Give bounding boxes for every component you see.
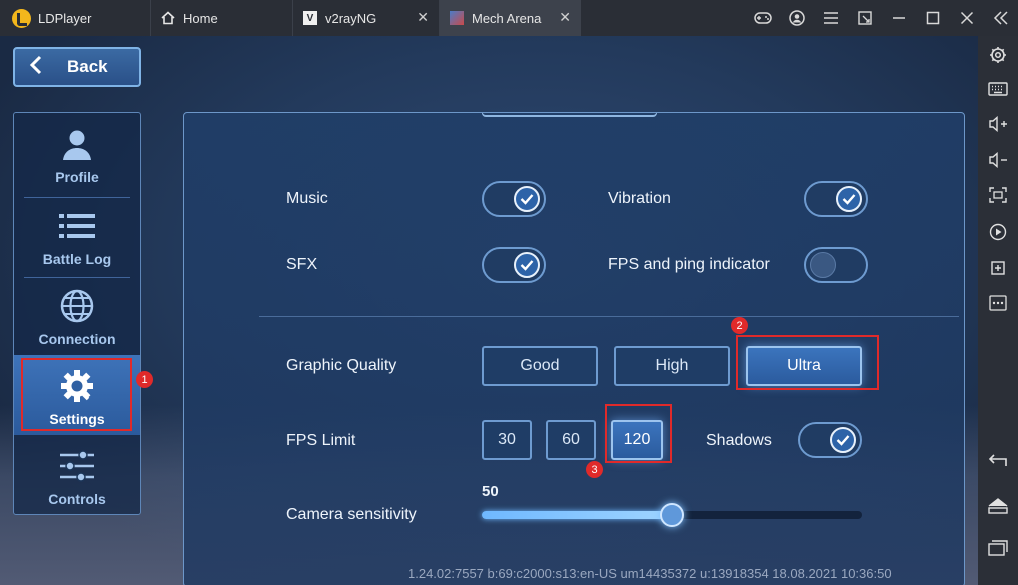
shadows-label: Shadows (706, 432, 772, 449)
minimize-icon[interactable] (882, 0, 916, 36)
nav-controls[interactable]: Controls (14, 435, 140, 515)
home-icon (161, 11, 175, 25)
shadows-toggle[interactable] (798, 422, 862, 458)
fps-ping-label: FPS and ping indicator (608, 256, 770, 273)
screenshot-icon[interactable] (978, 180, 1018, 210)
check-icon (514, 252, 540, 278)
emulator-toolbar (978, 36, 1018, 585)
tab-mech-arena[interactable]: Mech Arena ✕ (439, 0, 581, 36)
check-icon (830, 427, 856, 453)
mech-arena-icon (450, 11, 464, 25)
volume-up-icon[interactable] (978, 109, 1018, 139)
android-home-icon[interactable] (978, 491, 1018, 521)
vibration-toggle[interactable] (804, 181, 868, 217)
fps-limit-label: FPS Limit (286, 432, 356, 449)
tab-home[interactable]: Home (150, 0, 292, 36)
maximize-icon[interactable] (916, 0, 950, 36)
check-icon (514, 186, 540, 212)
globe-icon (57, 289, 97, 323)
camera-sensitivity-value: 50 (482, 483, 499, 500)
back-arrow-icon (29, 55, 43, 80)
tab-v2rayng[interactable]: V v2rayNG ✕ (292, 0, 439, 36)
v2rayng-icon: V (303, 11, 317, 25)
nav-battle-log[interactable]: Battle Log (14, 195, 140, 275)
sfx-label: SFX (286, 256, 318, 273)
nav-profile-label: Profile (55, 169, 99, 185)
title-bar: LDPlayer Home V v2rayNG ✕ Mech Arena ✕ (0, 0, 1018, 36)
tab-v2rayng-label: v2rayNG (325, 10, 377, 26)
camera-sensitivity-slider[interactable] (482, 503, 862, 527)
toggle-knob (810, 252, 836, 278)
back-button[interactable]: Back (13, 47, 141, 87)
music-label: Music (286, 190, 328, 207)
annotation-box-ultra (736, 335, 879, 390)
annotation-badge-1: 1 (136, 371, 153, 388)
close-tab-v2rayng-icon[interactable]: ✕ (417, 9, 429, 26)
nav-profile[interactable]: Profile (14, 113, 140, 193)
vibration-label: Vibration (608, 190, 671, 207)
build-info-text: 1.24.02:7557 b:69:c2000:s13:en-US um1443… (408, 566, 892, 581)
sfx-toggle[interactable] (482, 247, 546, 283)
app-name: LDPlayer (38, 10, 92, 26)
fps-ping-toggle[interactable] (804, 247, 868, 283)
graphic-good-button[interactable]: Good (482, 346, 598, 386)
nav-battle-log-label: Battle Log (42, 251, 112, 267)
graphic-high-button[interactable]: High (614, 346, 730, 386)
check-icon (836, 186, 862, 212)
settings-gear-icon[interactable] (978, 40, 1018, 70)
slider-fill (482, 511, 672, 519)
annotation-box-fps-120 (605, 404, 672, 463)
music-toggle[interactable] (482, 181, 546, 217)
annotation-box-settings (21, 358, 132, 431)
account-icon[interactable] (780, 0, 814, 36)
keyboard-icon[interactable] (978, 74, 1018, 104)
nav-controls-label: Controls (48, 491, 106, 507)
fps-30-button[interactable]: 30 (482, 420, 532, 460)
volume-down-icon[interactable] (978, 145, 1018, 175)
list-icon (57, 209, 97, 243)
annotation-badge-3: 3 (586, 461, 603, 478)
back-label: Back (67, 57, 108, 76)
app-title: LDPlayer (0, 0, 150, 36)
collapse-sidebar-icon[interactable] (984, 0, 1018, 36)
close-window-icon[interactable] (950, 0, 984, 36)
game-viewport: Back Profile Battle Log Connection Setti… (0, 36, 978, 585)
nav-connection-label: Connection (38, 331, 116, 347)
tab-home-label: Home (183, 10, 218, 26)
record-icon[interactable] (978, 217, 1018, 247)
android-recents-icon[interactable] (978, 533, 1018, 563)
graphic-quality-label: Graphic Quality (286, 357, 397, 374)
add-app-icon[interactable] (978, 253, 1018, 283)
fps-60-button[interactable]: 60 (546, 420, 596, 460)
panel-handle (482, 113, 657, 117)
ldplayer-logo-icon (12, 8, 31, 28)
user-icon (57, 127, 97, 161)
annotation-badge-2: 2 (731, 317, 748, 334)
settings-side-nav: Profile Battle Log Connection Settings C… (13, 112, 141, 515)
more-options-icon[interactable] (978, 288, 1018, 318)
tab-mech-arena-label: Mech Arena (472, 10, 542, 26)
slider-handle[interactable] (660, 503, 684, 527)
close-tab-mech-arena-icon[interactable]: ✕ (559, 9, 571, 26)
menu-icon[interactable] (814, 0, 848, 36)
sliders-icon (57, 449, 97, 483)
android-back-icon[interactable] (978, 445, 1018, 475)
shrink-window-icon[interactable] (848, 0, 882, 36)
camera-sensitivity-label: Camera sensitivity (286, 506, 417, 523)
nav-connection[interactable]: Connection (14, 275, 140, 355)
gamepad-icon[interactable] (746, 0, 780, 36)
section-divider (259, 316, 959, 317)
